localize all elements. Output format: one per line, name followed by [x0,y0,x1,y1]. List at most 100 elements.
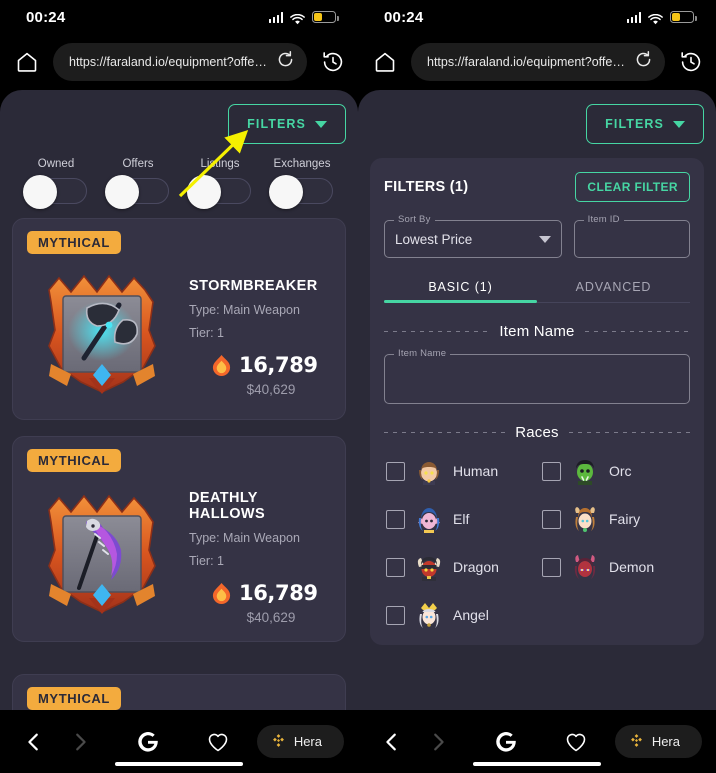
heart-shield-icon[interactable] [198,722,238,762]
toggle-label: Exchanges [273,158,331,170]
clear-filter-button[interactable]: CLEAR FILTER [575,172,690,202]
elf-avatar-icon [415,505,443,533]
toggle-switch-owned[interactable] [23,175,87,209]
url-text: https://faraland.io/equipment?offer... [69,55,268,69]
item-tier: Tier: 1 [189,326,224,340]
chevron-left-icon[interactable] [372,722,412,762]
sort-by-select[interactable]: Sort By Lowest Price [384,214,562,258]
divider-dashes [584,331,690,332]
item-id-input[interactable]: Item ID [573,214,691,258]
toggle-listings[interactable]: Listings [184,158,256,209]
home-icon[interactable] [10,45,44,79]
race-label: Human [453,463,499,479]
dragon-avatar-icon [415,553,443,581]
toggle-label: Offers [122,158,154,170]
status-clock: 00:24 [384,8,424,26]
checkbox-dragon[interactable] [386,557,405,577]
chevron-right-icon[interactable] [418,722,458,762]
cellular-bars-icon [626,11,641,23]
chevron-left-icon[interactable] [14,722,54,762]
race-option-elf[interactable]: Elf [386,505,532,533]
heart-shield-icon[interactable] [556,722,596,762]
checkbox-demon[interactable] [542,557,561,577]
race-option-demon[interactable]: Demon [542,553,688,581]
race-option-orc[interactable]: Orc [542,457,688,485]
race-option-fairy[interactable]: Fairy [542,505,688,533]
demon-avatar-icon [571,553,599,581]
race-label: Demon [609,559,655,575]
item-price: 16,789 [239,353,318,377]
history-icon[interactable] [674,45,708,79]
race-option-dragon[interactable]: Dragon [386,553,532,581]
bottom-nav-right: Hera [358,710,716,773]
race-label: Fairy [609,511,641,527]
url-bar[interactable]: https://faraland.io/equipment?offer... [53,43,307,81]
item-price: 16,789 [239,581,318,605]
divider-dashes [384,331,490,332]
flame-token-icon [211,354,232,377]
table-row[interactable]: MYTHICAL [12,436,346,642]
checkbox-human[interactable] [386,461,405,481]
checkbox-fairy[interactable] [542,509,561,529]
filter-tabs: BASIC (1) ADVANCED [384,280,690,303]
section-label: Races [515,424,559,441]
google-g-icon[interactable] [128,722,168,762]
fairy-avatar-icon [571,505,599,533]
url-text: https://faraland.io/equipment?offer... [427,55,626,69]
status-badge: MYTHICAL [27,687,121,710]
toggle-owned[interactable]: Owned [20,158,92,209]
sort-by-legend: Sort By [394,214,435,225]
wallet-label: Hera [651,734,680,749]
home-icon[interactable] [368,45,402,79]
url-bar[interactable]: https://faraland.io/equipment?offer... [411,43,665,81]
dual-phone-screenshot: 00:24 https://faraland.io/equipment?offe… [0,0,716,773]
checkbox-elf[interactable] [386,509,405,529]
checkbox-angel[interactable] [386,605,405,625]
chevron-right-icon[interactable] [60,722,100,762]
table-row-partial[interactable]: MYTHICAL [12,674,346,710]
right-phone-pane: 00:24 https://faraland.io/equipment?offe… [358,0,716,773]
binance-icon [629,733,644,751]
race-option-angel[interactable]: Angel [386,601,532,629]
race-option-human[interactable]: Human [386,457,532,485]
item-tier: Tier: 1 [189,554,224,568]
toggle-switch-offers[interactable] [105,175,169,209]
history-icon[interactable] [316,45,350,79]
table-row[interactable]: MYTHICAL [12,218,346,420]
race-label: Angel [453,607,489,623]
toggle-offers[interactable]: Offers [102,158,174,209]
filters-button[interactable]: FILTERS [586,104,704,144]
item-name-legend: Item Name [394,348,451,359]
race-label: Dragon [453,559,499,575]
google-g-icon[interactable] [486,722,526,762]
status-bar: 00:24 [0,0,358,34]
item-card-list: MYTHICAL STORMBREAKER Type: Main Weapon … [12,218,346,710]
angel-avatar-icon [415,601,443,629]
flame-token-icon [211,582,232,605]
tab-advanced[interactable]: ADVANCED [537,280,690,303]
orc-avatar-icon [571,457,599,485]
race-label: Elf [453,511,470,527]
filters-button-label: FILTERS [247,117,306,131]
tab-basic[interactable]: BASIC (1) [384,280,537,303]
reload-icon[interactable] [634,50,653,74]
wallet-button[interactable]: Hera [614,725,702,758]
reload-icon[interactable] [276,50,295,74]
browser-toolbar: https://faraland.io/equipment?offer... [0,34,358,90]
item-type: Type: Main Weapon [189,303,300,317]
battery-low-icon [312,11,339,23]
wifi-icon [290,12,305,24]
browser-toolbar: https://faraland.io/equipment?offer... [358,34,716,90]
item-name-input[interactable]: Item Name [384,348,690,404]
checkbox-orc[interactable] [542,461,561,481]
toggle-filter-group: Owned Offers Listings Exchanges [12,144,346,209]
toggle-exchanges[interactable]: Exchanges [266,158,338,209]
item-name: DEATHLY HALLOWS [189,490,266,522]
toggle-switch-exchanges[interactable] [269,175,333,209]
binance-icon [271,733,286,751]
filters-button[interactable]: FILTERS [228,104,346,144]
toggle-switch-listings[interactable] [187,175,251,209]
home-indicator [473,761,601,766]
status-icon-group [268,11,339,24]
wallet-button[interactable]: Hera [256,725,344,758]
